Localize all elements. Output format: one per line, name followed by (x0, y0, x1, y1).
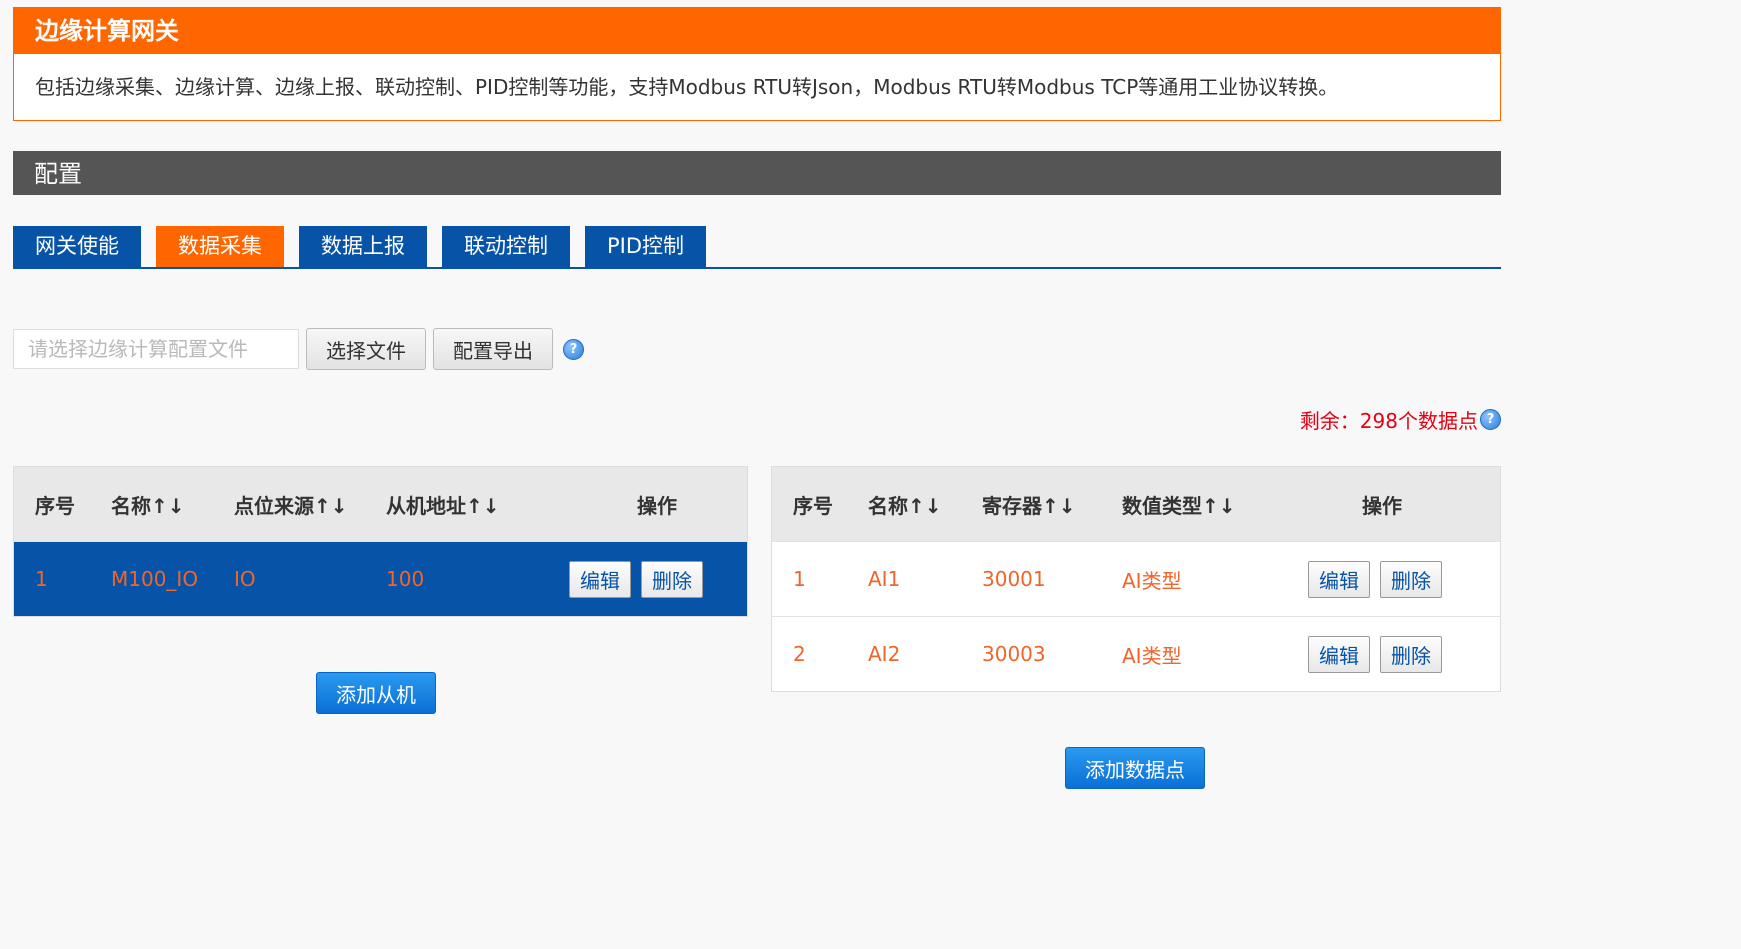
edit-button[interactable]: 编辑 (1308, 560, 1370, 598)
column-header-name[interactable]: 名称↑↓ (868, 467, 982, 542)
remaining-points: 剩余：298个数据点 ? (1300, 405, 1501, 434)
row-actions: 编辑 删除 (1286, 616, 1500, 691)
row-index: 1 (14, 541, 111, 616)
row-name: AI1 (868, 541, 982, 617)
delete-button[interactable]: 删除 (1380, 635, 1442, 673)
config-file-input[interactable] (13, 329, 299, 369)
tab-data-collection[interactable]: 数据采集 (156, 226, 284, 267)
question-circle-icon[interactable]: ? (1480, 409, 1501, 430)
intro-panel: 边缘计算网关 包括边缘采集、边缘计算、边缘上报、联动控制、PID控制等功能，支持… (13, 7, 1501, 121)
table-header-row: 序号 名称↑↓ 点位来源↑↓ 从机地址↑↓ 操作 (14, 467, 747, 542)
column-header-name[interactable]: 名称↑↓ (111, 467, 234, 542)
row-value-type: AI类型 (1122, 616, 1286, 691)
table-row[interactable]: 1 AI1 30001 AI类型 编辑 删除 (772, 541, 1500, 617)
slave-table: 序号 名称↑↓ 点位来源↑↓ 从机地址↑↓ 操作 1 M100_IO IO 10… (13, 466, 748, 617)
add-data-point-button[interactable]: 添加数据点 (1065, 747, 1205, 789)
question-circle-icon[interactable]: ? (563, 338, 584, 360)
row-name: M100_IO (111, 541, 234, 616)
column-header-index[interactable]: 序号 (772, 467, 868, 542)
row-value-type: AI类型 (1122, 541, 1286, 617)
column-header-actions: 操作 (1286, 467, 1500, 542)
column-header-actions: 操作 (569, 467, 747, 542)
choose-file-button[interactable]: 选择文件 (306, 328, 426, 370)
column-header-address[interactable]: 从机地址↑↓ (386, 467, 569, 542)
row-actions: 编辑 删除 (569, 541, 747, 616)
tab-pid-control[interactable]: PID控制 (585, 226, 707, 267)
column-header-register[interactable]: 寄存器↑↓ (982, 467, 1122, 542)
row-index: 1 (772, 541, 868, 617)
row-actions: 编辑 删除 (1286, 541, 1500, 617)
row-address: 100 (386, 541, 569, 616)
export-config-button[interactable]: 配置导出 (433, 328, 553, 370)
remaining-points-text: 剩余：298个数据点 (1299, 409, 1478, 433)
row-register: 30001 (982, 541, 1122, 617)
delete-button[interactable]: 删除 (1380, 560, 1442, 598)
data-point-table: 序号 名称↑↓ 寄存器↑↓ 数值类型↑↓ 操作 1 AI1 30001 AI类型… (771, 466, 1501, 692)
delete-button[interactable]: 删除 (641, 560, 703, 598)
add-slave-button[interactable]: 添加从机 (316, 672, 436, 714)
column-header-index[interactable]: 序号 (14, 467, 111, 542)
column-header-value-type[interactable]: 数值类型↑↓ (1122, 467, 1286, 542)
config-section-title: 配置 (13, 151, 1501, 195)
edit-button[interactable]: 编辑 (1308, 635, 1370, 673)
tab-linkage-control[interactable]: 联动控制 (442, 226, 570, 267)
tab-gateway-enable[interactable]: 网关使能 (13, 226, 141, 267)
row-source: IO (234, 541, 386, 616)
config-file-row: 选择文件 配置导出 ? (13, 328, 584, 370)
table-header-row: 序号 名称↑↓ 寄存器↑↓ 数值类型↑↓ 操作 (772, 467, 1500, 542)
row-index: 2 (772, 616, 868, 691)
tab-data-report[interactable]: 数据上报 (299, 226, 427, 267)
intro-title: 边缘计算网关 (14, 8, 1500, 54)
edit-button[interactable]: 编辑 (569, 560, 631, 598)
column-header-source[interactable]: 点位来源↑↓ (234, 467, 386, 542)
row-register: 30003 (982, 616, 1122, 691)
intro-description: 包括边缘采集、边缘计算、边缘上报、联动控制、PID控制等功能，支持Modbus … (35, 75, 1339, 99)
table-row[interactable]: 1 M100_IO IO 100 编辑 删除 (14, 541, 747, 616)
config-tabs: 网关使能 数据采集 数据上报 联动控制 PID控制 (13, 226, 1501, 269)
page-content: 边缘计算网关 包括边缘采集、边缘计算、边缘上报、联动控制、PID控制等功能，支持… (13, 7, 1501, 789)
table-row[interactable]: 2 AI2 30003 AI类型 编辑 删除 (772, 616, 1500, 691)
row-name: AI2 (868, 616, 982, 691)
